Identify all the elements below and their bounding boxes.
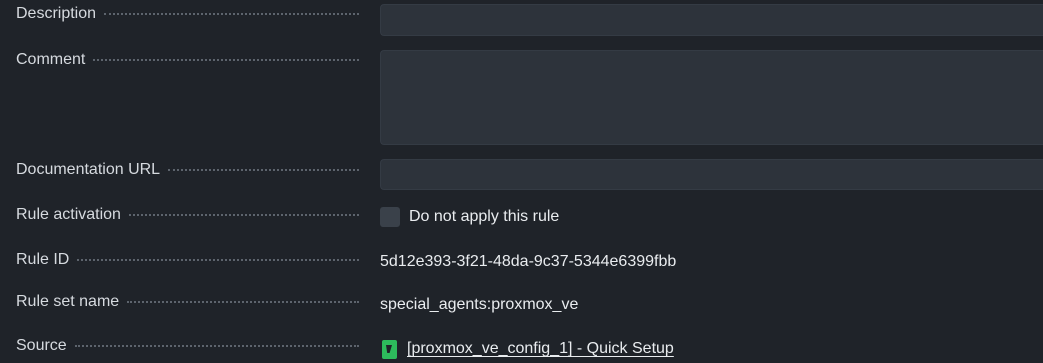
rule-set-name-value: special_agents:proxmox_ve xyxy=(380,296,579,313)
rule-properties-form: Description Comment Documentation URL Ru… xyxy=(0,0,1043,363)
label-leader-dots xyxy=(93,59,359,61)
label-leader-dots xyxy=(104,13,359,15)
description-label: Description xyxy=(16,5,359,23)
source-label: Source xyxy=(16,337,359,355)
rule-id-value: 5d12e393-3f21-48da-9c37-5344e6399fbb xyxy=(380,253,677,270)
rule-set-name-label: Rule set name xyxy=(16,293,359,311)
label-leader-dots xyxy=(127,301,359,303)
label-leader-dots xyxy=(168,169,359,171)
description-input[interactable] xyxy=(380,4,1043,36)
documentation-url-input[interactable] xyxy=(380,159,1043,190)
label-leader-dots xyxy=(74,345,359,347)
comment-textarea[interactable] xyxy=(380,50,1043,145)
documentation-url-label: Documentation URL xyxy=(16,161,359,179)
comment-label: Comment xyxy=(16,51,359,69)
source-link[interactable]: [proxmox_ve_config_1] - Quick Setup xyxy=(407,340,674,358)
rule-activation-label: Rule activation xyxy=(16,206,359,224)
do-not-apply-label[interactable]: Do not apply this rule xyxy=(409,208,559,226)
label-leader-dots xyxy=(128,214,359,216)
rule-id-label: Rule ID xyxy=(16,251,359,269)
do-not-apply-checkbox[interactable] xyxy=(380,207,400,227)
label-leader-dots xyxy=(77,259,359,261)
quick-setup-icon xyxy=(382,340,397,359)
